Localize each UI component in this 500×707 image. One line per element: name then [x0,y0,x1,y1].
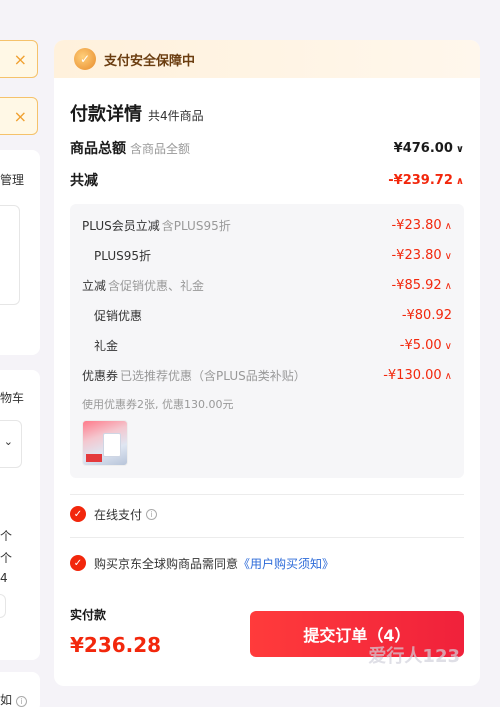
check-icon: ✓ [70,506,86,522]
reduce-label: 共减 [70,173,98,189]
coupon-tag [86,454,102,462]
online-pay-label: 在线支付 [94,507,143,522]
reduce-amount: -¥239.72 ∧ [388,172,464,188]
agreement-link[interactable]: 《用户购买须知》 [238,555,334,572]
left-text-1: 个 [0,529,13,543]
shield-icon: ✓ [74,48,96,70]
lijian-amount: -¥85.92 ∧ [391,277,452,293]
coupon-usage-note: 使用优惠券2张, 优惠130.00元 [82,398,234,411]
left-small-box[interactable] [0,594,6,618]
pay-label: 实付款 [70,608,107,622]
discount-breakdown: PLUS会员立减 含PLUS95折 -¥23.80 ∧ PLUS95折 -¥23.8… [70,204,464,478]
payment-detail-header: 付款详情 共4件商品 [70,100,464,126]
coupon-label: 优惠券 [82,368,119,383]
left-column: × × 管理 物车 ⌄ 个 个 4 如i [0,0,40,707]
total-amount: ¥476.00 ∨ [393,140,464,156]
chevron-down-icon: ∨ [455,143,464,155]
chevron-up-icon: ∧ [455,175,464,187]
left-text-3: 4 [0,571,8,585]
chevron-down-icon: ∨ [444,250,452,262]
lijian-row[interactable]: 立减 含促销优惠、礼金 -¥85.92 ∧ [82,270,452,300]
gift-amount: -¥5.00 ∨ [399,337,452,353]
check-icon: ✓ [70,555,86,571]
plus95-label: PLUS95折 [94,248,151,263]
agreement-text: 购买京东全球购商品需同意 [94,556,239,571]
plus95-amount: -¥23.80 ∨ [391,247,452,263]
total-note: 含商品全额 [130,142,191,156]
chevron-up-icon: ∧ [444,280,452,292]
chevron-up-icon: ∧ [444,220,452,232]
chevron-down-icon: ∨ [444,340,452,352]
agreement-checkbox[interactable]: ✓ 购买京东全球购商品需同意 《用户购买须知》 [70,544,464,582]
coupon-amount: -¥130.00 ∧ [383,367,452,383]
online-pay-option[interactable]: ✓ 在线支付 i [70,495,464,533]
close-icon: × [13,106,27,126]
coupon-product-thumbnail[interactable] [82,420,128,466]
total-label: 商品总额 含商品全额 [70,141,191,157]
info-icon: i [16,696,28,707]
coupon-row[interactable]: 优惠券 已选推荐优惠（含PLUS品类补贴） -¥130.00 ∧ [82,360,452,390]
payment-panel: ✓ 支付安全保障中 付款详情 共4件商品 商品总额 含商品全额 ¥476.00 ∨ … [54,40,480,686]
close-icon: × [13,49,27,69]
close-button-2[interactable]: × [0,97,38,135]
watermark: 爱行人123 [368,646,460,667]
left-inner-box [0,205,20,305]
divider [70,537,464,538]
left-text-manage: 管理 [0,173,25,187]
promo-amount: -¥80.92 [401,307,452,323]
gift-label: 礼金 [94,338,119,353]
item-count: 共4件商品 [148,109,204,123]
plus-label: PLUS会员立减 [82,218,160,233]
plus95-row[interactable]: PLUS95折 -¥23.80 ∨ [82,240,452,270]
product-box [103,433,121,457]
total-amount-row[interactable]: 商品总额 含商品全额 ¥476.00 ∨ [70,138,464,158]
left-card-2 [0,370,40,660]
coupon-note: 已选推荐优惠（含PLUS品类补贴） [120,368,306,383]
left-text-4: 如i [0,691,28,707]
chevron-up-icon: ∧ [444,370,452,382]
plus-discount-row[interactable]: PLUS会员立减 含PLUS95折 -¥23.80 ∧ [82,210,452,240]
left-text-cart: 物车 [0,391,25,405]
close-button-1[interactable]: × [0,40,38,78]
left-dropdown[interactable]: ⌄ [0,420,22,468]
chevron-down-icon: ⌄ [3,435,13,448]
plus-amount: -¥23.80 ∧ [391,217,452,233]
lijian-label: 立减 [82,278,107,293]
info-icon[interactable]: i [146,508,158,520]
promo-label: 促销优惠 [94,308,143,323]
safety-label: 支付安全保障中 [104,53,196,69]
pay-amount: ¥236.28 [70,633,162,657]
reduce-row[interactable]: 共减 -¥239.72 ∧ [70,170,464,190]
payment-safety-banner: ✓ 支付安全保障中 [54,40,480,78]
page-title: 付款详情 [70,104,142,125]
left-text-2: 个 [0,551,13,565]
plus-note: 含PLUS95折 [161,218,231,233]
promo-row: 促销优惠 -¥80.92 [82,300,452,330]
lijian-note: 含促销优惠、礼金 [108,278,205,293]
gift-row[interactable]: 礼金 -¥5.00 ∨ [82,330,452,360]
